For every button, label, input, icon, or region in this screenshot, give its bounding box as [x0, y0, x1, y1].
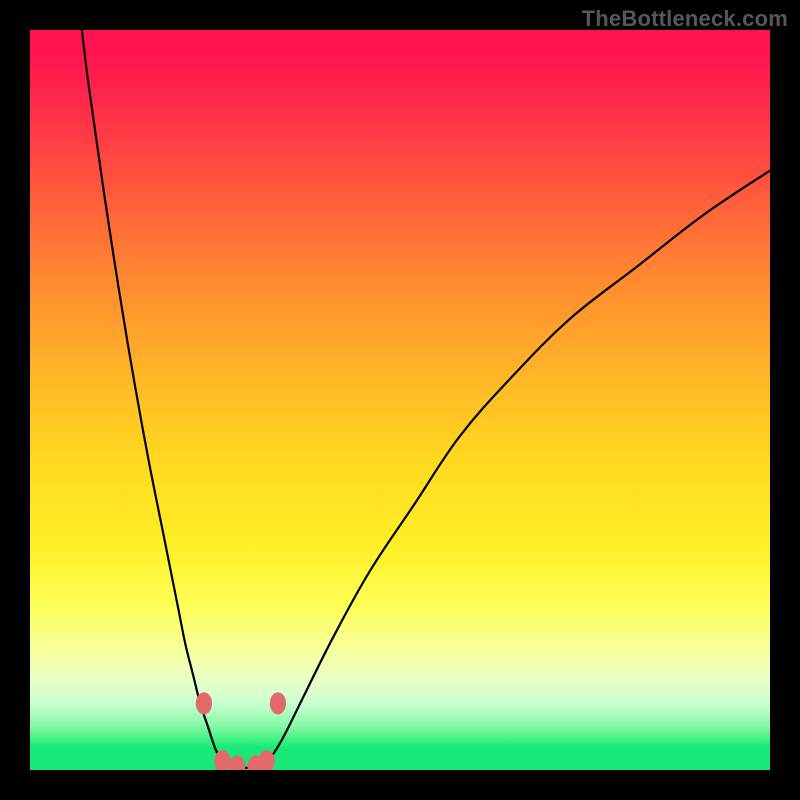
marker-dot: [229, 755, 245, 770]
watermark-text: TheBottleneck.com: [582, 6, 788, 32]
marker-dot: [270, 692, 286, 714]
chart-frame: TheBottleneck.com: [0, 0, 800, 800]
curve-layer: [30, 30, 770, 770]
marker-dot: [196, 692, 212, 714]
bottleneck-curve: [82, 30, 770, 768]
plot-area: [30, 30, 770, 770]
marker-dot: [259, 750, 275, 770]
